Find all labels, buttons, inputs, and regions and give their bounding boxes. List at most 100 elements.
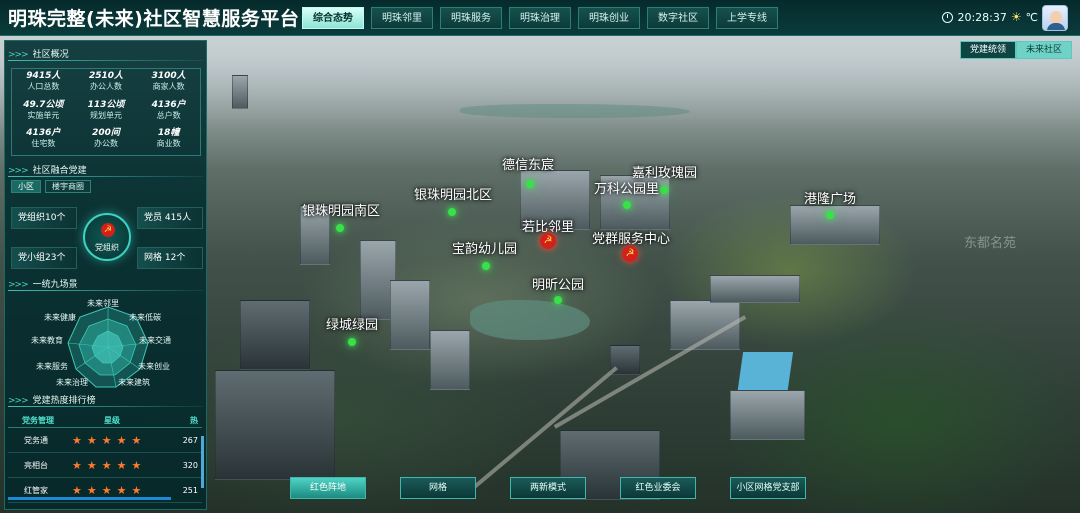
toggle-future-community[interactable]: 未来社区 [1015, 41, 1072, 59]
layer-grid-button[interactable]: 网格 [400, 477, 476, 499]
stat-cell: 18幢 商业数 [156, 128, 181, 149]
poi-label-mingxin[interactable]: 明昕公园 [532, 274, 584, 293]
scene-label: 未来低碳 [129, 313, 161, 322]
poi-label-party-center[interactable]: 党群服务中心 [592, 228, 670, 247]
location-pin[interactable] [336, 224, 344, 232]
poi-label-dongdu[interactable]: 东都名苑 [964, 232, 1016, 251]
location-pin[interactable] [623, 201, 631, 209]
overview-stats-grid: 9415人 人口总数 2510人 办公人数 3100人 商家人数 49.7公顷 实施单元… [11, 68, 201, 156]
section-header-scenes: >>> 一统九场景 [8, 280, 78, 290]
building [790, 205, 880, 245]
ranking-table: 党务管理 星级 热 党务通 ★★★★★ 267 亮相台 ★★★★★ 320 红管… [8, 414, 202, 503]
scene-label: 未来服务 [36, 362, 68, 371]
location-pin[interactable] [526, 180, 534, 188]
tab-commercial[interactable]: 楼宇商圈 [45, 180, 91, 193]
poi-label-baoyun[interactable]: 宝韵幼儿园 [452, 238, 517, 257]
river [460, 104, 690, 118]
star-rating: ★★★★★ [72, 434, 147, 447]
stat-cell: 200间 办公数 [92, 128, 120, 149]
stat-cell: 2510人 办公人数 [88, 71, 124, 91]
temperature-unit: ℃ [1025, 10, 1038, 24]
arrows-icon: >>> [8, 396, 29, 406]
party-member-count: 党员 415人 [137, 207, 203, 229]
scene-label: 未来邻里 [87, 299, 119, 308]
current-time: 20:28:37 [957, 10, 1007, 24]
poi-label-wanke[interactable]: 万科公园里 [594, 178, 659, 197]
section-header-overview: >>> 社区概况 [8, 50, 69, 60]
tab-digital-community[interactable]: 数字社区 [647, 7, 709, 29]
table-header: 党务管理 星级 热 [8, 414, 202, 428]
stat-cell: 113公顷 规划单元 [87, 99, 125, 120]
party-emblem-icon: ☭ [101, 223, 115, 237]
party-emblem-pin[interactable]: ☭ [622, 246, 638, 262]
arrows-icon: >>> [8, 280, 29, 290]
stat-cell: 3100人 商家人数 [151, 71, 186, 91]
left-info-panel: >>> 社区概况 9415人 人口总数 2510人 办公人数 3100人 商家人数 49… [4, 40, 207, 510]
location-pin[interactable] [660, 186, 668, 194]
section-header-party: >>> 社区融合党建 [8, 166, 87, 176]
scene-label: 未来教育 [31, 336, 63, 345]
star-rating: ★★★★★ [72, 459, 147, 472]
party-group-count: 党小组23个 [11, 247, 77, 269]
divider [8, 176, 203, 177]
layer-owners-committee-button[interactable]: 红色业委会 [620, 477, 696, 499]
building [215, 370, 335, 480]
layer-grid-branch-button[interactable]: 小区网格党支部 [730, 477, 806, 499]
tab-entrepreneurship[interactable]: 明珠创业 [578, 7, 640, 29]
location-pin[interactable] [554, 296, 562, 304]
bottom-layer-bar: 红色阵地 网格 两新模式 红色业委会 小区网格党支部 [290, 477, 806, 499]
vertical-scrollbar[interactable] [201, 436, 204, 488]
location-pin[interactable] [482, 262, 490, 270]
building [232, 75, 248, 109]
toggle-party-lead[interactable]: 党建统领 [959, 41, 1016, 59]
tab-school-route[interactable]: 上学专线 [716, 7, 778, 29]
location-pin[interactable] [448, 208, 456, 216]
road [553, 315, 747, 429]
party-org-hub[interactable]: ☭ 党组织 [83, 213, 131, 261]
location-pin[interactable] [826, 211, 834, 219]
tab-residential[interactable]: 小区 [11, 180, 41, 193]
building [430, 330, 470, 390]
tab-service[interactable]: 明珠服务 [440, 7, 502, 29]
location-pin[interactable] [348, 338, 356, 346]
stat-cell: 4136户 总户数 [151, 99, 186, 120]
party-org-count: 党组织10个 [11, 207, 77, 229]
layer-red-position-button[interactable]: 红色阵地 [290, 477, 366, 499]
horizontal-scrollbar[interactable] [8, 497, 171, 500]
poi-label-lvcheng[interactable]: 绿城绿园 [326, 314, 378, 333]
poi-label-yinzhu-north[interactable]: 银珠明园北区 [414, 184, 492, 203]
arrows-icon: >>> [8, 50, 29, 60]
scene-label: 未来建筑 [118, 378, 150, 387]
table-row[interactable]: 亮相台 ★★★★★ 320 [8, 453, 202, 478]
building [390, 280, 430, 350]
app-title: 明珠完整(未来)社区智慧服务平台 [8, 8, 300, 30]
section-header-ranking: >>> 党建热度排行榜 [8, 396, 96, 406]
stat-cell: 4136户 住宅数 [26, 128, 61, 149]
tab-governance[interactable]: 明珠治理 [509, 7, 571, 29]
layer-two-new-button[interactable]: 两新模式 [510, 477, 586, 499]
user-avatar[interactable] [1042, 5, 1068, 31]
poi-label-yinzhu-south[interactable]: 银珠明园南区 [302, 200, 380, 219]
building [710, 275, 800, 303]
party-emblem-pin[interactable]: ☭ [540, 233, 556, 249]
top-header: 明珠完整(未来)社区智慧服务平台 综合态势 明珠邻里 明珠服务 明珠治理 明珠创… [0, 0, 1080, 36]
party-scope-tabs: 小区 楼宇商圈 [11, 180, 91, 193]
poi-label-ganglong[interactable]: 港隆广场 [804, 188, 856, 207]
grid-count: 网格 12个 [137, 247, 203, 269]
scene-label: 未来健康 [44, 313, 76, 322]
main-nav: 综合态势 明珠邻里 明珠服务 明珠治理 明珠创业 数字社区 上学专线 [302, 7, 778, 29]
view-mode-toggle: 党建统领 未来社区 [959, 41, 1072, 59]
stat-cell: 9415人 人口总数 [26, 71, 61, 91]
building [730, 390, 805, 440]
sun-icon: ☀ [1010, 10, 1022, 24]
status-area: 20:28:37 ☀ ℃ [942, 10, 1038, 24]
divider [8, 290, 203, 291]
tab-neighborhood[interactable]: 明珠邻里 [371, 7, 433, 29]
scene-label: 未来治理 [56, 378, 88, 387]
arrows-icon: >>> [8, 166, 29, 176]
table-row[interactable]: 党务通 ★★★★★ 267 [8, 428, 202, 453]
poi-label-dexin[interactable]: 德信东宸 [502, 154, 554, 173]
divider [8, 406, 203, 407]
stat-cell: 49.7公顷 实施单元 [23, 99, 64, 120]
tab-overview[interactable]: 综合态势 [302, 7, 364, 29]
